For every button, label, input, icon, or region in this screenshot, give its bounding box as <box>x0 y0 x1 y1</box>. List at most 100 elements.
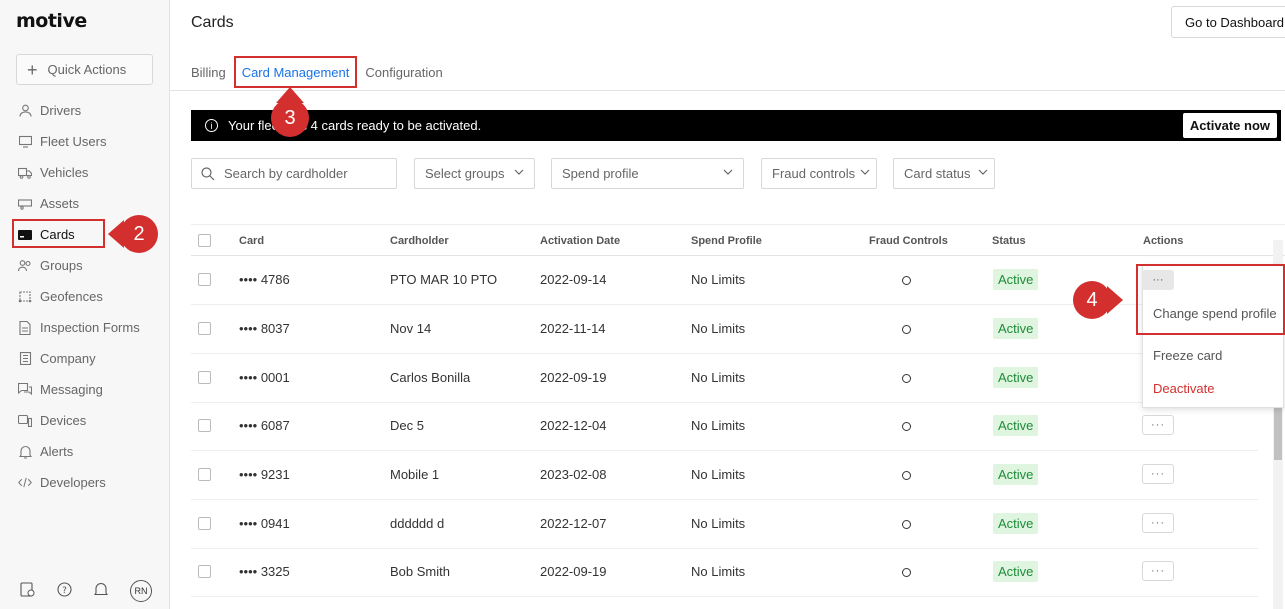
sidebar-item-developers[interactable]: Developers <box>0 467 170 498</box>
freeze-card-menu-item[interactable]: Freeze card <box>1153 348 1222 363</box>
sidebar-item-drivers[interactable]: Drivers <box>0 95 170 126</box>
table-row[interactable]: •••• 0941 dddddd d 2022-12-07 No Limits … <box>191 500 1258 549</box>
cardholder-name: Carlos Bonilla <box>390 370 471 385</box>
fraud-controls-indicator <box>902 471 911 480</box>
cardholder-name: dddddd d <box>390 516 445 531</box>
tab-configuration[interactable]: Configuration <box>365 56 442 88</box>
row-actions-button[interactable]: ··· <box>1142 464 1174 484</box>
card-number: •••• 0941 <box>239 516 290 531</box>
cardholder-name: PTO MAR 10 PTO <box>390 272 498 287</box>
row-actions-button[interactable]: ··· <box>1142 415 1174 435</box>
column-header-activation-date[interactable]: Activation Date <box>540 235 620 247</box>
sidebar-item-label: Groups <box>40 258 83 273</box>
svg-text:?: ? <box>62 586 67 596</box>
column-header-fraud-controls[interactable]: Fraud Controls <box>869 235 948 247</box>
row-checkbox[interactable] <box>198 419 211 432</box>
fraud-controls-indicator <box>902 374 911 383</box>
search-placeholder: Search by cardholder <box>224 166 348 181</box>
sidebar-item-fleet-users[interactable]: Fleet Users <box>0 126 170 157</box>
tab-card-management[interactable]: Card Management <box>233 56 358 88</box>
sidebar: motive + Quick Actions Drivers Fleet Use… <box>0 0 170 609</box>
spend-profile: No Limits <box>691 467 746 482</box>
sidebar-item-label: Devices <box>40 413 87 428</box>
row-checkbox[interactable] <box>198 273 211 286</box>
sidebar-footer: ? RN <box>20 580 152 602</box>
activation-date: 2022-12-04 <box>540 418 607 433</box>
spend-profile-label: Spend profile <box>562 166 639 181</box>
fraud-controls-indicator <box>902 422 911 431</box>
step-marker-4: 4 <box>1073 281 1123 319</box>
geofence-icon <box>18 290 32 304</box>
tabs-divider <box>170 90 1285 91</box>
column-header-actions: Actions <box>1143 235 1184 247</box>
row-actions-button[interactable]: ··· <box>1142 561 1174 581</box>
activation-date: 2022-11-14 <box>540 321 606 336</box>
go-to-dashboard-button[interactable]: Go to Dashboard <box>1171 6 1285 38</box>
sidebar-item-label: Company <box>40 351 96 366</box>
table-row[interactable]: •••• 3325 Bob Smith 2022-09-19 No Limits… <box>191 548 1258 597</box>
chevron-down-icon <box>723 167 733 178</box>
notification-bell-icon[interactable] <box>93 582 109 600</box>
chevron-down-icon <box>978 167 988 178</box>
spend-profile-dropdown[interactable]: Spend profile <box>551 158 744 189</box>
row-checkbox[interactable] <box>198 468 211 481</box>
column-header-cardholder[interactable]: Cardholder <box>390 235 449 247</box>
sidebar-item-geofences[interactable]: Geofences <box>0 281 170 312</box>
spend-profile: No Limits <box>691 418 746 433</box>
question-icon[interactable]: ? <box>57 582 72 600</box>
spend-profile: No Limits <box>691 370 746 385</box>
help-center-icon[interactable] <box>20 582 35 600</box>
card-number: •••• 9231 <box>239 467 290 482</box>
row-checkbox[interactable] <box>198 517 211 530</box>
activation-date: 2022-12-07 <box>540 516 607 531</box>
table-row[interactable]: •••• 0001 Carlos Bonilla 2022-09-19 No L… <box>191 354 1258 403</box>
column-header-spend-profile[interactable]: Spend Profile <box>691 235 762 247</box>
marker-pointer <box>1107 286 1123 314</box>
status-badge: Active <box>993 269 1039 290</box>
quick-actions-label: Quick Actions <box>47 62 127 77</box>
sidebar-item-label: Geofences <box>40 289 103 304</box>
activate-now-button[interactable]: Activate now <box>1182 113 1277 138</box>
activation-date: 2022-09-14 <box>540 272 607 287</box>
sidebar-item-groups[interactable]: Groups <box>0 250 170 281</box>
code-icon <box>18 476 32 490</box>
search-input[interactable]: Search by cardholder <box>191 158 397 189</box>
card-number: •••• 3325 <box>239 564 290 579</box>
activation-banner: i Your fleet has 4 cards ready to be act… <box>191 110 1281 141</box>
users-icon <box>18 259 32 273</box>
row-checkbox[interactable] <box>198 371 211 384</box>
step-marker-2: 2 <box>108 215 158 253</box>
row-checkbox[interactable] <box>198 322 211 335</box>
sidebar-item-inspection-forms[interactable]: Inspection Forms <box>0 312 170 343</box>
sidebar-item-label: Developers <box>40 475 106 490</box>
deactivate-menu-item[interactable]: Deactivate <box>1153 381 1214 396</box>
sidebar-item-devices[interactable]: Devices <box>0 405 170 436</box>
sidebar-item-vehicles[interactable]: Vehicles <box>0 157 170 188</box>
column-header-card[interactable]: Card <box>239 235 264 247</box>
sidebar-item-messaging[interactable]: Messaging <box>0 374 170 405</box>
card-number: •••• 4786 <box>239 272 290 287</box>
avatar[interactable]: RN <box>130 580 152 602</box>
motive-logo[interactable]: motive <box>16 10 87 32</box>
card-status-dropdown[interactable]: Card status <box>893 158 995 189</box>
table-row[interactable]: •••• 6087 Dec 5 2022-12-04 No Limits Act… <box>191 402 1258 451</box>
table-row[interactable]: •••• 9231 Mobile 1 2023-02-08 No Limits … <box>191 451 1258 500</box>
quick-actions-button[interactable]: + Quick Actions <box>16 54 153 85</box>
select-groups-label: Select groups <box>425 166 505 181</box>
activation-date: 2022-09-19 <box>540 370 607 385</box>
sidebar-item-company[interactable]: Company <box>0 343 170 374</box>
row-actions-button[interactable]: ··· <box>1142 513 1174 533</box>
fraud-controls-dropdown[interactable]: Fraud controls <box>761 158 877 189</box>
sidebar-item-label: Fleet Users <box>40 134 107 149</box>
select-all-checkbox[interactable] <box>198 234 211 247</box>
status-badge: Active <box>993 464 1039 485</box>
device-icon <box>18 414 32 428</box>
select-groups-dropdown[interactable]: Select groups <box>414 158 535 189</box>
sidebar-item-alerts[interactable]: Alerts <box>0 436 170 467</box>
row-checkbox[interactable] <box>198 565 211 578</box>
tab-billing[interactable]: Billing <box>191 56 226 88</box>
fraud-controls-indicator <box>902 325 911 334</box>
cards-highlight-box <box>12 219 105 248</box>
document-icon <box>18 320 32 335</box>
column-header-status[interactable]: Status <box>992 235 1026 247</box>
